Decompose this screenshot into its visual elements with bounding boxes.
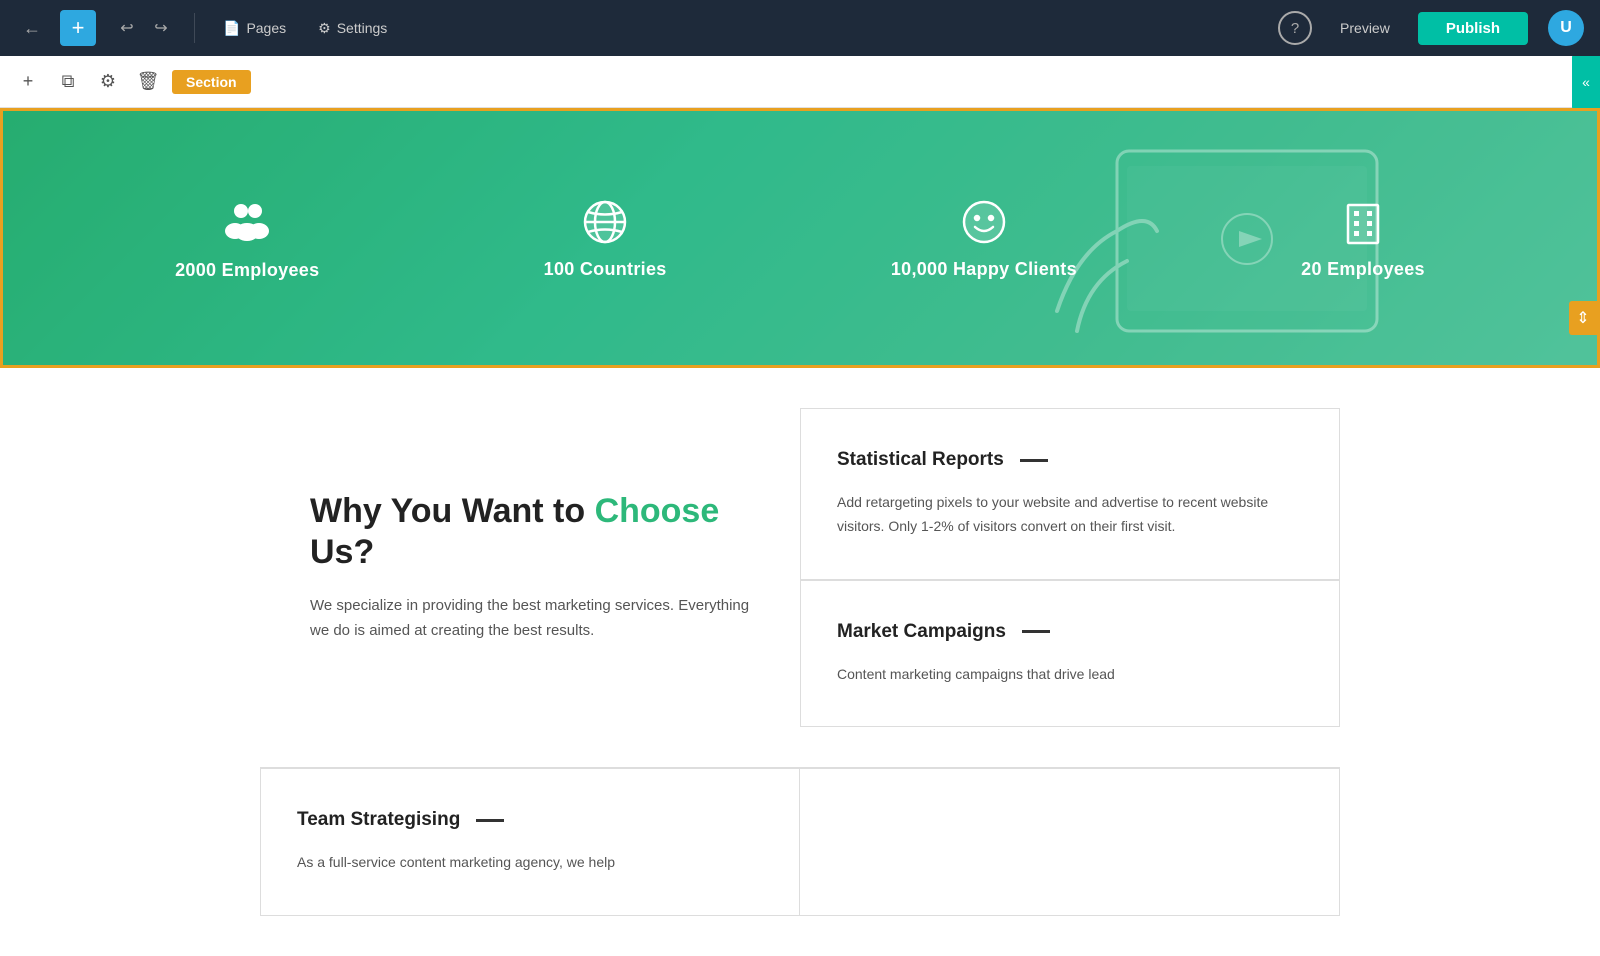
trash-icon: 🗑 xyxy=(137,71,160,92)
nav-divider xyxy=(194,13,195,43)
pages-label: Pages xyxy=(246,20,286,36)
settings-button[interactable]: ⚙ Settings xyxy=(308,14,397,43)
stat-employees: 2000 Employees xyxy=(175,196,319,281)
statistical-reports-title: Statistical Reports xyxy=(837,449,1303,471)
team-strategising-text: As a full-service content marketing agen… xyxy=(297,851,763,875)
market-campaigns-title: Market Campaigns xyxy=(837,621,1303,643)
stat-countries-label: 100 Countries xyxy=(544,259,667,280)
chevron-left-icon: « xyxy=(1582,74,1590,90)
help-button[interactable]: ? xyxy=(1278,11,1312,45)
hero-section: 2000 Employees 100 Countries xyxy=(0,108,1600,368)
main-content: Statistical Reports Add retargeting pixe… xyxy=(0,368,1600,956)
undo-redo-group: ↩ ↪ xyxy=(112,13,176,43)
stat-clients: 10,000 Happy Clients xyxy=(891,197,1077,280)
settings-label: Settings xyxy=(337,20,388,36)
add-section-button[interactable]: + xyxy=(12,66,44,98)
team-strategising-title: Team Strategising xyxy=(297,809,763,831)
content-grid: Statistical Reports Add retargeting pixe… xyxy=(200,368,1400,767)
choose-title-highlight: Choose xyxy=(595,492,720,530)
settings-section-button[interactable]: ⚙ xyxy=(92,66,124,98)
market-campaigns-card: Market Campaigns Content marketing campa… xyxy=(800,580,1340,728)
choose-title: Why You Want to Choose Us? xyxy=(310,491,750,573)
choose-title-start: Why You Want to xyxy=(310,492,595,530)
updown-arrow-icon: ⇕ xyxy=(1576,308,1589,328)
stat-countries: 100 Countries xyxy=(544,197,667,280)
smiley-icon xyxy=(959,197,1009,247)
add-button[interactable]: + xyxy=(60,10,96,46)
empty-cell xyxy=(800,769,1339,915)
duplicate-icon: ⧉ xyxy=(62,71,75,92)
hero-stats-row: 2000 Employees 100 Countries xyxy=(3,111,1597,365)
section-toolbar: + ⧉ ⚙ 🗑 Section « xyxy=(0,56,1600,108)
globe-icon xyxy=(580,197,630,247)
avatar[interactable]: U xyxy=(1548,10,1584,46)
stat-offices: 20 Employees xyxy=(1301,197,1425,280)
duplicate-button[interactable]: ⧉ xyxy=(52,66,84,98)
title-dash xyxy=(1020,459,1048,462)
gear-icon: ⚙ xyxy=(318,20,331,37)
team-strategising-card: Team Strategising As a full-service cont… xyxy=(261,769,800,915)
choose-text: We specialize in providing the best mark… xyxy=(310,593,750,644)
publish-button[interactable]: Publish xyxy=(1418,12,1528,45)
why-choose-panel: Why You Want to Choose Us? We specialize… xyxy=(260,408,800,727)
preview-button[interactable]: Preview xyxy=(1324,12,1406,44)
stat-employees-label: 2000 Employees xyxy=(175,260,319,281)
expand-button[interactable]: ⇕ xyxy=(1569,301,1597,335)
redo-button[interactable]: ↪ xyxy=(146,13,176,43)
delete-button[interactable]: 🗑 xyxy=(132,66,164,98)
title-dash-3 xyxy=(476,819,504,822)
undo-button[interactable]: ↩ xyxy=(112,13,142,43)
back-button[interactable]: ← xyxy=(16,12,48,44)
pages-icon: 📄 xyxy=(223,20,240,37)
settings-icon: ⚙ xyxy=(100,71,116,92)
add-icon: + xyxy=(23,71,34,92)
statistical-reports-text: Add retargeting pixels to your website a… xyxy=(837,491,1303,539)
people-icon xyxy=(221,196,273,248)
market-campaigns-text: Content marketing campaigns that drive l… xyxy=(837,663,1303,687)
top-navigation: ← + ↩ ↪ 📄 Pages ⚙ Settings ? Preview Pub… xyxy=(0,0,1600,56)
statistical-reports-card: Statistical Reports Add retargeting pixe… xyxy=(800,408,1340,580)
stat-offices-label: 20 Employees xyxy=(1301,259,1425,280)
title-dash-2 xyxy=(1022,630,1050,633)
building-icon xyxy=(1338,197,1388,247)
pages-button[interactable]: 📄 Pages xyxy=(213,14,296,43)
collapse-button[interactable]: « xyxy=(1572,54,1600,110)
stat-clients-label: 10,000 Happy Clients xyxy=(891,259,1077,280)
section-label: Section xyxy=(172,70,251,94)
choose-title-end: Us? xyxy=(310,533,374,571)
